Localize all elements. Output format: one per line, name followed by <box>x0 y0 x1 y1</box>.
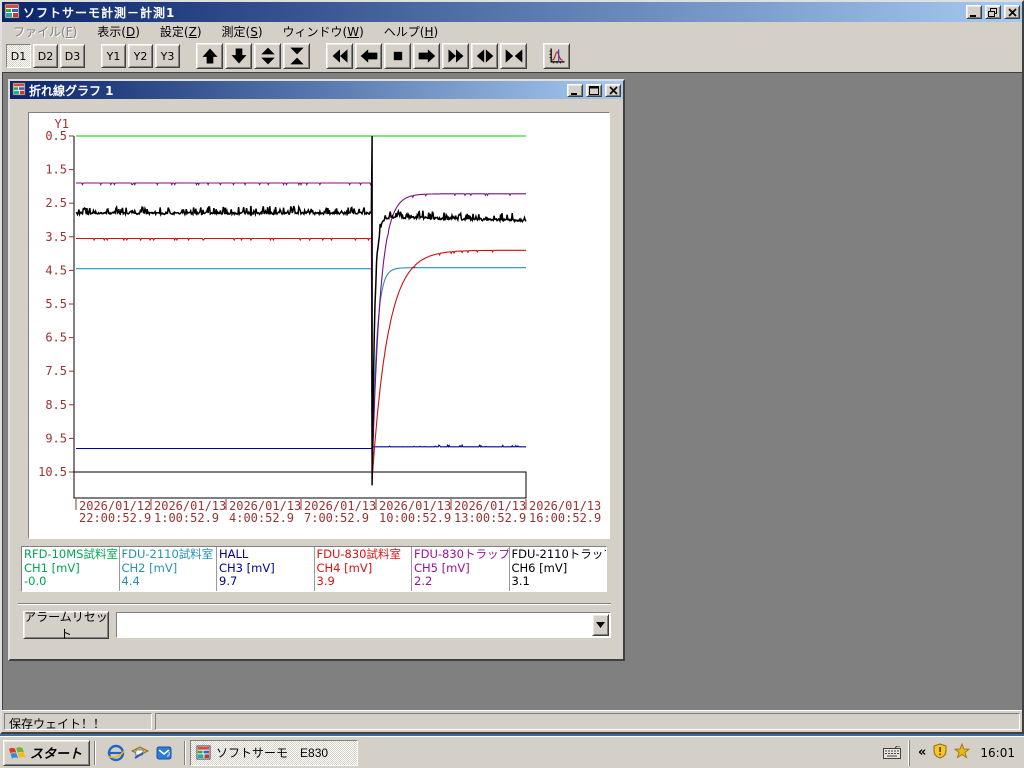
graph-close-button[interactable] <box>605 83 621 97</box>
restore-button[interactable] <box>985 5 1001 19</box>
svg-text:1.5: 1.5 <box>45 163 67 177</box>
scroll-down-button[interactable] <box>225 43 252 69</box>
alarm-combobox-value[interactable] <box>117 613 591 637</box>
line-chart: Y10.51.52.53.54.55.56.57.58.59.510.52026… <box>38 117 601 525</box>
toolbar-button-y2[interactable]: Y2 <box>128 44 153 68</box>
task-label: ソフトサーモ E830 <box>216 746 329 760</box>
status-panel-2 <box>155 713 1020 730</box>
graph-window: 折れ線グラフ 1 Y1 0.5 1.5 2.5 3.5 4.5 5.5 6.5 7.5 8.5 9.… <box>8 79 625 661</box>
svg-text:9.5: 9.5 <box>45 431 67 445</box>
quick-launch <box>100 743 180 763</box>
step-right-button[interactable] <box>413 43 440 69</box>
status-message: 保存ウェイト！！ <box>4 713 152 730</box>
star-icon[interactable] <box>954 742 971 762</box>
legend-channel-2: FDU-2110試料室 CH2 [mV] 4.4 <box>120 547 217 591</box>
keyboard-language-icon[interactable] <box>883 746 905 759</box>
svg-text:10.5: 10.5 <box>38 465 67 479</box>
svg-text:2.5: 2.5 <box>45 196 67 210</box>
svg-text:4:00:52.9: 4:00:52.9 <box>229 511 294 525</box>
svg-text:10:00:52.9: 10:00:52.9 <box>379 511 451 525</box>
graph-window-titlebar: 折れ線グラフ 1 <box>10 81 623 99</box>
app-icon <box>4 3 20 22</box>
graph-window-client: Y1 0.5 1.5 2.5 3.5 4.5 5.5 6.5 7.5 8.5 9.5 10.5 2026… <box>10 99 623 657</box>
menu-view[interactable]: 表示(D) <box>88 22 149 41</box>
minimize-button[interactable] <box>966 5 982 19</box>
svg-text:6.5: 6.5 <box>45 331 67 345</box>
clock[interactable]: 16:01 <box>976 746 1015 760</box>
legend-table: RFD-10MS試料室 CH1 [mV] -0.0 FDU-2110試料室 CH2 [m… <box>21 546 607 592</box>
graph-panel: Y1 0.5 1.5 2.5 3.5 4.5 5.5 6.5 7.5 8.5 9.5 10.5 2026… <box>28 112 610 539</box>
legend-channel-5: FDU-830トラップ CH5 [mV] 2.2 <box>412 547 510 591</box>
compress-horizontal-button[interactable] <box>500 43 527 69</box>
line-graph-button[interactable] <box>543 43 570 69</box>
app-window: ソフトサーモ計測－計測1 ファイル(F) 表示(D) 設定(Z) 測定(S) ウィンドウ… <box>0 0 1024 734</box>
start-button[interactable]: スタート <box>3 739 91 766</box>
toolbar-button-d2[interactable]: D2 <box>33 44 58 68</box>
toolbar-button-y1[interactable]: Y1 <box>101 44 126 68</box>
expand-vertical-button[interactable] <box>254 43 281 69</box>
svg-text:22:00:52.9: 22:00:52.9 <box>79 511 151 525</box>
legend-channel-1: RFD-10MS試料室 CH1 [mV] -0.0 <box>22 547 120 591</box>
alarm-combobox[interactable] <box>116 612 611 638</box>
status-bar: 保存ウェイト！！ <box>2 710 1022 732</box>
taskbar-task-button[interactable]: ソフトサーモ E830 <box>190 739 359 766</box>
screen: ソフトサーモ計測－計測1 ファイル(F) 表示(D) 設定(Z) 測定(S) ウィンドウ… <box>0 0 1024 768</box>
svg-text:5.5: 5.5 <box>45 297 67 311</box>
legend-channel-4: FDU-830試料室 CH4 [mV] 3.9 <box>315 547 412 591</box>
graph-maximize-button[interactable] <box>586 83 602 97</box>
menu-bar: ファイル(F) 表示(D) 設定(Z) 測定(S) ウィンドウ(W) ヘルプ(H) <box>2 22 1022 40</box>
svg-text:13:00:52.9: 13:00:52.9 <box>454 511 526 525</box>
alarm-reset-button[interactable]: アラームリセット <box>23 610 109 641</box>
start-label: スタート <box>30 746 83 761</box>
graph-window-title: 折れ線グラフ 1 <box>29 83 114 98</box>
toolbar-button-d1[interactable]: D1 <box>6 44 31 68</box>
windows-logo-icon <box>9 746 26 759</box>
svg-text:16:00:52.9: 16:00:52.9 <box>529 511 601 525</box>
svg-text:7:00:52.9: 7:00:52.9 <box>304 511 369 525</box>
taskbar-divider <box>94 740 97 765</box>
svg-text:7.5: 7.5 <box>45 364 67 378</box>
svg-text:1:00:52.9: 1:00:52.9 <box>154 511 219 525</box>
taskbar: スタート ソフトサーモ E830 « 16:01 <box>0 736 1024 768</box>
combo-dropdown-button[interactable] <box>592 614 609 636</box>
compress-vertical-button[interactable] <box>283 43 310 69</box>
step-left-button[interactable] <box>355 43 382 69</box>
graph-minimize-button[interactable] <box>567 83 583 97</box>
legend-channel-3: HALL CH3 [mV] 9.7 <box>217 547 315 591</box>
hide-icons-chevron[interactable]: « <box>918 746 926 759</box>
app-title: ソフトサーモ計測－計測1 <box>23 5 176 20</box>
system-tray: « 16:01 <box>909 739 1021 766</box>
menu-help[interactable]: ヘルプ(H) <box>375 22 447 41</box>
svg-text:8.5: 8.5 <box>45 398 67 412</box>
fast-rewind-button[interactable] <box>326 43 353 69</box>
internet-explorer-icon[interactable] <box>106 743 126 763</box>
expand-horizontal-button[interactable] <box>471 43 498 69</box>
svg-text:0.5: 0.5 <box>45 129 67 143</box>
separator <box>18 603 611 605</box>
scroll-up-button[interactable] <box>196 43 223 69</box>
mdi-area: 折れ線グラフ 1 Y1 0.5 1.5 2.5 3.5 4.5 5.5 6.5 7.5 8.5 9.… <box>2 72 1022 710</box>
app-titlebar: ソフトサーモ計測－計測1 <box>2 2 1022 22</box>
toolbar-toggle-group: D1 D2 D3 Y1 Y2 Y3 <box>6 44 180 68</box>
outlook-express-icon[interactable] <box>154 743 174 763</box>
menu-measure[interactable]: 測定(S) <box>213 22 272 41</box>
menu-file[interactable]: ファイル(F) <box>4 22 86 41</box>
show-desktop-icon[interactable] <box>130 743 150 763</box>
close-button[interactable] <box>1004 5 1020 19</box>
svg-text:3.5: 3.5 <box>45 230 67 244</box>
taskbar-divider-2 <box>184 740 187 765</box>
legend-channel-6: FDU-2110トラップ CH6 [mV] 3.1 <box>511 547 607 588</box>
toolbar-button-d3[interactable]: D3 <box>60 44 85 68</box>
toolbar: D1 D2 D3 Y1 Y2 Y3 <box>2 40 1022 72</box>
toolbar-button-y3[interactable]: Y3 <box>155 44 180 68</box>
security-shield-icon[interactable] <box>932 743 948 762</box>
stop-button[interactable] <box>384 43 411 69</box>
graph-window-icon <box>12 81 26 99</box>
menu-window[interactable]: ウィンドウ(W) <box>274 22 373 41</box>
fast-forward-button[interactable] <box>442 43 469 69</box>
menu-settings[interactable]: 設定(Z) <box>151 22 211 41</box>
svg-text:4.5: 4.5 <box>45 263 67 277</box>
task-app-icon <box>196 745 211 760</box>
